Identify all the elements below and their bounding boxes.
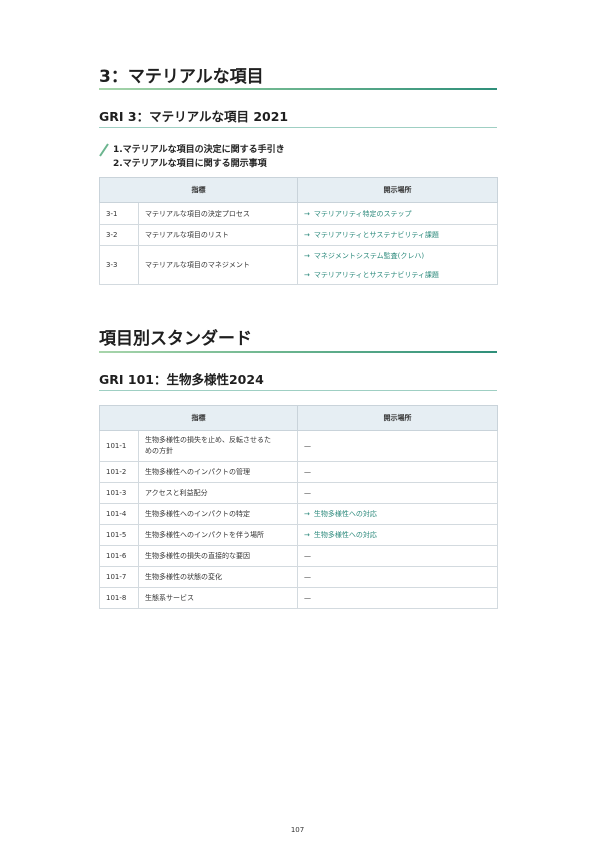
indicator-name-line: 生物多様性へのインパクトを伴う場所	[145, 530, 264, 539]
table-row: 101-3 アクセスと利益配分 —	[99, 482, 498, 504]
arrow-right-icon: →	[304, 251, 310, 260]
disclosure-link[interactable]: → マテリアリティとサステナビリティ課題	[304, 270, 491, 280]
table-row: 3-1 マテリアルな項目の決定プロセス → マテリアリティ特定のステップ	[99, 202, 498, 225]
indicator-code: 101-8	[99, 587, 139, 609]
indicator-name-line: 生物多様性の状態の変化	[145, 572, 222, 581]
arrow-right-icon: →	[304, 231, 310, 239]
disclosure-cell: —	[297, 461, 498, 483]
disclosure-link[interactable]: → 生物多様性への対応	[304, 530, 491, 540]
arrow-right-icon: →	[304, 209, 310, 218]
indicator-name: アクセスと利益配分	[138, 482, 298, 504]
gri101-table: 指標 開示場所 101-1 生物多様性の損失を止め、反転させるた めの方針 —101-…	[99, 405, 498, 609]
subsection-rule	[99, 390, 497, 391]
indicator-name: 生物多様性へのインパクトの管理	[138, 461, 298, 483]
disclosure-link[interactable]: → マテリアリティ特定のステップ	[304, 209, 491, 219]
indicator-name-line: アクセスと利益配分	[145, 488, 208, 497]
indicator-name: 生物多様性の損失の直接的な要因	[138, 545, 298, 567]
indicator-name-line: 生物多様性へのインパクトの管理	[145, 467, 250, 476]
table-row: 3-3 マテリアルな項目のマネジメント → マネジメントシステム監査(クレハ) →…	[99, 245, 498, 285]
disclosure-cell: → マテリアリティ特定のステップ	[297, 202, 498, 225]
indicator-code: 101-5	[99, 524, 139, 546]
indicator-code: 3-1	[99, 202, 139, 225]
table-row: 101-1 生物多様性の損失を止め、反転させるた めの方針 —	[99, 430, 498, 462]
disclosure-cell: → マネジメントシステム監査(クレハ) → マテリアリティとサステナビリティ課題	[297, 245, 498, 285]
subsection-title-gri3: GRI 3：マテリアルな項目 2021	[99, 109, 289, 124]
indicator-name: 生物多様性へのインパクトを伴う場所	[138, 524, 298, 546]
disclosure-cell: → マテリアリティとサステナビリティ課題	[297, 224, 498, 246]
no-disclosure-dash: —	[304, 489, 311, 497]
disclaimer-line-2: 2.マテリアルな項目に関する開示事項	[113, 159, 267, 169]
table-row: 101-8 生態系サービス —	[99, 587, 498, 609]
indicator-code: 101-1	[99, 430, 139, 462]
disclosure-cell: → 生物多様性への対応	[297, 503, 498, 525]
no-disclosure-dash: —	[304, 442, 311, 450]
indicator-code: 101-3	[99, 482, 139, 504]
header-disclosure-location: 開示場所	[297, 177, 498, 203]
indicator-name-line: めの方針	[145, 447, 173, 455]
indicator-name: マテリアルな項目の決定プロセス	[138, 202, 298, 225]
arrow-right-icon: →	[304, 531, 310, 539]
page-number: 107	[290, 826, 305, 834]
no-disclosure-dash: —	[304, 594, 311, 602]
header-indicator: 指標	[99, 405, 298, 431]
indicator-code: 101-2	[99, 461, 139, 483]
disclosure-cell: —	[297, 566, 498, 588]
arrow-right-icon: →	[304, 270, 310, 279]
table-row: 101-4 生物多様性へのインパクトの特定 → 生物多様性への対応	[99, 503, 498, 525]
subsection-title-gri101: GRI 101：生物多様性2024	[99, 372, 264, 387]
indicator-name: マテリアルな項目のマネジメント	[138, 245, 298, 285]
disclosure-link[interactable]: → マテリアリティとサステナビリティ課題	[304, 230, 491, 240]
indicator-name-line: 生物多様性の損失を止め、反転させるた	[145, 436, 271, 444]
indicator-name: 生物多様性の状態の変化	[138, 566, 298, 588]
disclosure-cell: → 生物多様性への対応	[297, 524, 498, 546]
table-header-row: 指標 開示場所	[99, 405, 498, 431]
subsection-rule	[99, 127, 497, 128]
table-row: 101-7 生物多様性の状態の変化 —	[99, 566, 498, 588]
arrow-right-icon: →	[304, 510, 310, 518]
indicator-name: 生態系サービス	[138, 587, 298, 609]
header-disclosure-location: 開示場所	[297, 405, 498, 431]
disclosure-cell: —	[297, 430, 498, 462]
indicator-name-line: 生態系サービス	[145, 593, 194, 602]
section-title-rule	[99, 351, 497, 353]
indicator-code: 3-3	[99, 245, 139, 285]
indicator-code: 101-4	[99, 503, 139, 525]
section-title-material-topics: 3：マテリアルな項目	[99, 67, 264, 87]
table-row: 101-2 生物多様性へのインパクトの管理 —	[99, 461, 498, 483]
table-row: 101-6 生物多様性の損失の直接的な要因 —	[99, 545, 498, 567]
disclosure-cell: —	[297, 587, 498, 609]
header-indicator: 指標	[99, 177, 298, 203]
indicator-name: マテリアルな項目のリスト	[138, 224, 298, 246]
section-title-rule	[99, 88, 497, 90]
disclosure-cell: —	[297, 482, 498, 504]
indicator-code: 101-6	[99, 545, 139, 567]
indicator-name-line: 生物多様性へのインパクトの特定	[145, 509, 250, 518]
disclosure-link[interactable]: → マネジメントシステム監査(クレハ)	[304, 251, 491, 261]
disclosure-cell: —	[297, 545, 498, 567]
gri3-table: 指標 開示場所 3-1 マテリアルな項目の決定プロセス → マテリアリティ特定のス…	[99, 177, 498, 285]
table-row: 3-2 マテリアルな項目のリスト → マテリアリティとサステナビリティ課題	[99, 224, 498, 246]
no-disclosure-dash: —	[304, 552, 311, 560]
indicator-code: 3-2	[99, 224, 139, 246]
no-disclosure-dash: —	[304, 573, 311, 581]
disclaimer-line-1: 1.マテリアルな項目の決定に関する手引き	[113, 145, 285, 155]
slash-icon	[99, 143, 109, 157]
indicator-code: 101-7	[99, 566, 139, 588]
section-title-topic-standards: 項目別スタンダード	[99, 329, 252, 349]
indicator-name: 生物多様性へのインパクトの特定	[138, 503, 298, 525]
indicator-name: 生物多様性の損失を止め、反転させるた めの方針	[138, 430, 298, 462]
table-row: 101-5 生物多様性へのインパクトを伴う場所 → 生物多様性への対応	[99, 524, 498, 546]
table-header-row: 指標 開示場所	[99, 177, 498, 203]
no-disclosure-dash: —	[304, 468, 311, 476]
indicator-name-line: 生物多様性の損失の直接的な要因	[145, 551, 250, 560]
disclosure-link[interactable]: → 生物多様性への対応	[304, 509, 491, 519]
